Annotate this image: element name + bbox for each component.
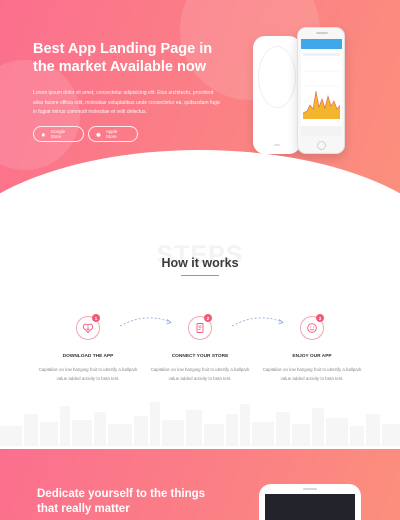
title-underline [181,275,219,276]
step-2-number-badge: 2 [204,314,212,322]
download-heart-icon [82,323,94,334]
google-store-button[interactable]: Google Store [33,126,84,142]
section-title: How it works [161,256,239,270]
cta-phone-speaker [303,488,317,490]
apple-store-label: Apple Store [105,129,118,139]
smiley-icon [307,323,317,333]
step-1-icon-circle: 1 [76,314,100,340]
hero-title: Best App Landing Page in the market Avai… [33,41,213,75]
cta-section: Dedicate yourself to the things that rea… [0,449,400,520]
phone-screen [301,39,342,136]
phone-app-toolbar [303,53,340,56]
phone-app-tabbar [301,126,342,136]
apple-store-button[interactable]: Apple Store [88,126,138,142]
phone-speaker [316,32,328,34]
step-2-description: Capitalise on low hanging fruit to ident… [150,367,250,381]
hero-curve [0,150,400,200]
phone-app-chart [303,70,340,119]
apple-icon [96,131,101,137]
cta-phone-screen [265,494,355,520]
step-2-title: CONNECT YOUR STORE [171,354,229,359]
cta-title: Dedicate yourself to the things that rea… [37,488,206,515]
phone-device-image [297,27,345,154]
cta-phone-image [259,484,361,520]
hero-description: Lorem ipsum dolor sit amet, consectetur … [33,90,220,115]
city-skyline-decor [0,402,400,446]
dashed-arrow-right [231,317,284,327]
phone-app-header [301,39,342,49]
android-icon [41,132,45,136]
step-3-number-badge: 3 [316,314,324,322]
tablet-device-image [253,36,301,154]
dashed-arrow-right [119,317,172,327]
step-1-title: DOWNLOAD THE APP [62,354,114,359]
tablet-circle-decor [258,46,296,108]
step-3-description: Capitalise on low hanging fruit to ident… [262,367,362,381]
step-1-number-badge: 1 [92,314,100,322]
step-3-title: ENJOY OUR APP [292,354,332,359]
step-3-icon-circle: 3 [300,314,324,340]
tablet-home-indicator [274,144,280,146]
step-1-description: Capitalise on low hanging fruit to ident… [38,367,138,381]
hero-section: Best App Landing Page in the market Avai… [0,0,400,200]
google-store-label: Google Store [50,129,66,139]
step-2-icon-circle: 2 [188,314,212,340]
document-icon [196,323,204,333]
phone-home-button [317,141,326,150]
